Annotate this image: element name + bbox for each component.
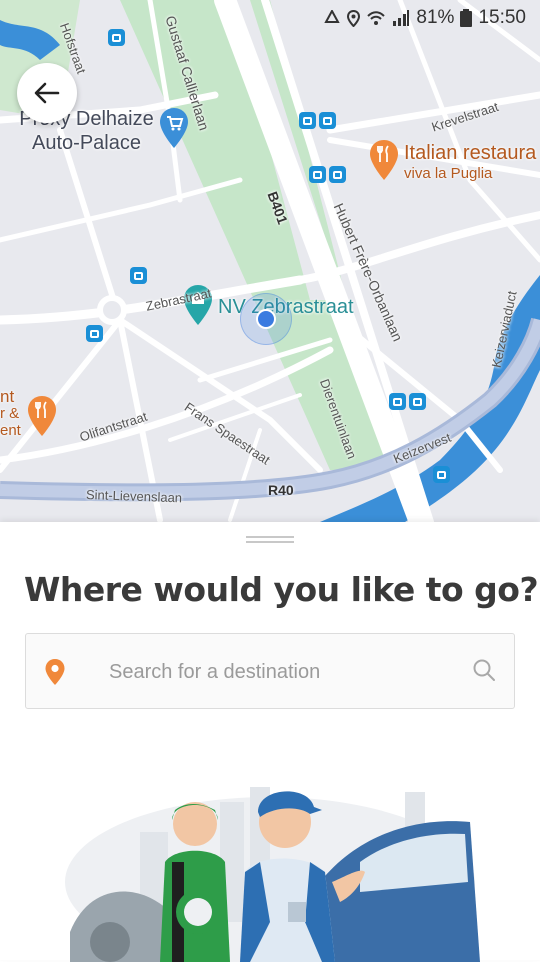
- poi-label-line: ent: [0, 422, 21, 439]
- tram-stop-icon[interactable]: [299, 112, 316, 129]
- map-pin-icon: [44, 658, 66, 691]
- road-number-label: R40: [268, 482, 294, 498]
- poi-label-line: r &: [0, 405, 20, 422]
- recycle-icon: [323, 10, 341, 26]
- battery-icon: [460, 9, 473, 27]
- shopping-cart-icon[interactable]: [160, 108, 188, 153]
- bus-stop-icon[interactable]: [130, 267, 147, 284]
- magnifier-icon[interactable]: [472, 658, 496, 687]
- drivers-illustration: [65, 787, 480, 962]
- search-input[interactable]: Search for a destination: [25, 633, 515, 709]
- restaurant-icon[interactable]: [370, 140, 398, 185]
- current-location-dot: [256, 309, 276, 329]
- wifi-icon: [366, 10, 386, 26]
- bus-stop-icon[interactable]: [409, 393, 426, 410]
- signal-icon: [392, 10, 410, 26]
- arrow-left-icon: [34, 82, 60, 104]
- bus-stop-icon[interactable]: [319, 112, 336, 129]
- clock: 15:50: [478, 7, 526, 28]
- restaurant-icon[interactable]: [28, 396, 56, 441]
- tram-stop-icon[interactable]: [389, 393, 406, 410]
- search-placeholder: Search for a destination: [109, 661, 321, 683]
- poi-label-partial[interactable]: nt r & ent: [0, 388, 21, 439]
- bus-stop-icon[interactable]: [329, 166, 346, 183]
- bus-stop-icon[interactable]: [433, 466, 450, 483]
- map-view[interactable]: 81% 15:50 Proxy Delhaize Auto-Palace Ita…: [0, 0, 540, 522]
- poi-label-line: viva la Puglia: [404, 165, 493, 182]
- bus-stop-icon[interactable]: [108, 29, 125, 46]
- page-title: Where would you like to go?: [24, 570, 539, 609]
- poi-label-italian[interactable]: Italian restaura viva la Puglia: [404, 142, 536, 182]
- drag-handle[interactable]: [246, 536, 294, 543]
- bus-stop-icon[interactable]: [86, 325, 103, 342]
- map-base: [0, 0, 540, 522]
- location-icon: [347, 9, 361, 27]
- battery-percent: 81%: [416, 7, 455, 28]
- poi-label-line: nt: [0, 387, 15, 406]
- bottom-sheet: Where would you like to go? Search for a…: [0, 522, 540, 962]
- poi-label-line: Italian restaura: [404, 142, 537, 164]
- status-bar: 81% 15:50: [0, 0, 540, 36]
- back-button[interactable]: [17, 63, 77, 123]
- tram-stop-icon[interactable]: [309, 166, 326, 183]
- poi-label-line: Auto-Palace: [32, 132, 141, 154]
